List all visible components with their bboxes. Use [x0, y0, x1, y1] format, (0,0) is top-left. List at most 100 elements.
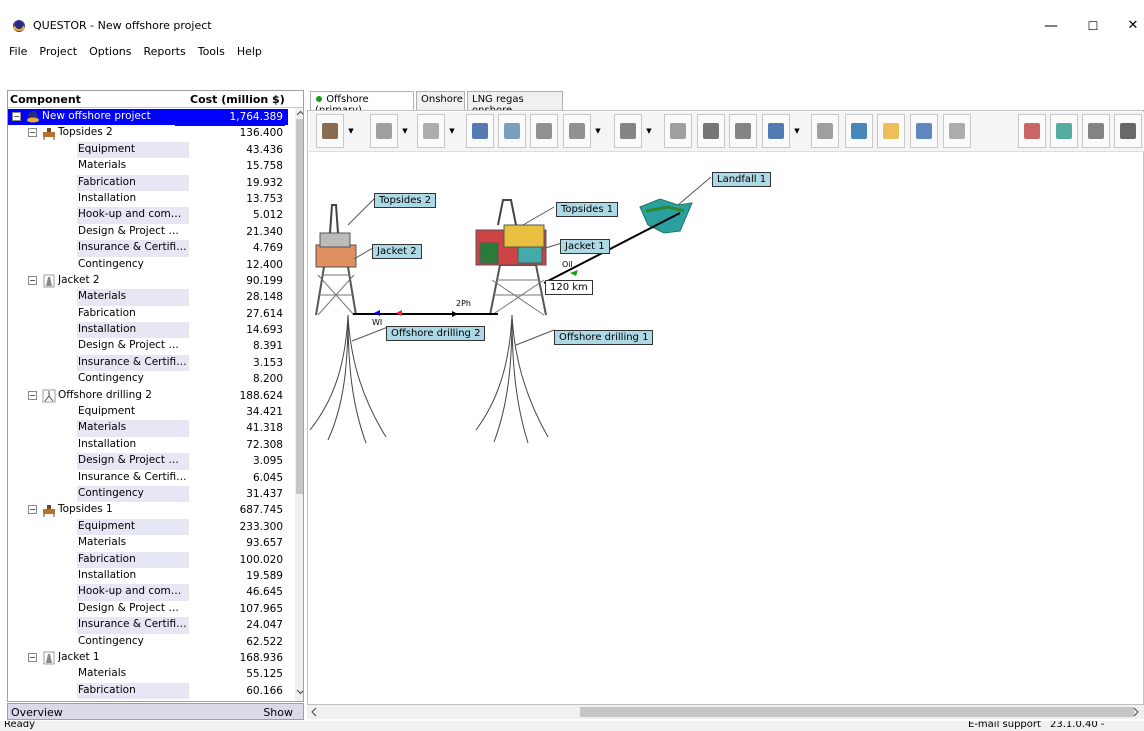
tree-row-component[interactable]: − Topsides 2 136.400 [8, 125, 288, 141]
tank-tool-icon[interactable] [498, 114, 526, 148]
drilling-wells-2[interactable] [309, 314, 387, 444]
label-jacket-1[interactable]: Jacket 1 [560, 239, 610, 254]
arrow-down-tool-icon[interactable] [910, 114, 938, 148]
close-button[interactable]: ✕ [1118, 16, 1144, 36]
tree-row-cost-item[interactable]: Installation 72.308 [8, 437, 288, 453]
tree-row-cost-item[interactable]: Contingency 62.522 [8, 634, 288, 650]
collapse-toggle-icon[interactable]: − [28, 390, 37, 400]
dropdown-arrow-icon[interactable]: ▼ [792, 114, 802, 148]
tree-row-cost-item[interactable]: Insurance & Certificat... 3.153 [8, 354, 288, 372]
overview-bar[interactable]: Overview Show [7, 703, 304, 720]
tree-row-cost-item[interactable]: Fabrication 27.614 [8, 306, 288, 322]
collapse-toggle-icon[interactable]: − [28, 275, 37, 285]
dropdown-arrow-icon[interactable]: ▼ [346, 114, 356, 148]
tree-row-cost-item[interactable]: Contingency 31.437 [8, 485, 288, 503]
pipe-section-tool-icon[interactable] [1018, 114, 1046, 148]
dropdown-arrow-icon[interactable]: ▼ [593, 114, 603, 148]
drilling-tool-icon[interactable] [614, 114, 642, 148]
collapse-toggle-icon[interactable]: − [28, 505, 37, 515]
topsides-tool-icon[interactable] [316, 114, 344, 148]
tree-row-component[interactable]: − Offshore drilling 2 188.624 [8, 388, 288, 404]
collapse-toggle-icon[interactable]: − [28, 652, 37, 662]
gbs-tool-icon[interactable] [417, 114, 445, 148]
list-tool-icon[interactable] [1114, 114, 1142, 148]
pipeline-length-label[interactable]: 120 km [545, 280, 593, 295]
tree-row-cost-item[interactable]: Contingency 12.400 [8, 257, 288, 273]
scroll-up-arrow-icon[interactable] [296, 109, 304, 118]
label-offshore-drilling-2[interactable]: Offshore drilling 2 [386, 326, 486, 341]
well-tool-icon[interactable] [697, 114, 725, 148]
minimize-button[interactable]: — [1036, 16, 1066, 36]
subsea-tool-icon[interactable] [664, 114, 692, 148]
tree-row-cost-item[interactable]: Materials 15.758 [8, 158, 288, 174]
scroll-right-arrow-icon[interactable] [1132, 707, 1140, 717]
email-support-link[interactable]: E-mail support [968, 721, 1041, 730]
tree-row-cost-item[interactable]: Materials 93.657 [8, 535, 288, 551]
tree-row-cost-item[interactable]: Installation 13.753 [8, 191, 288, 207]
component-column-header[interactable]: Component [10, 93, 81, 106]
landfall-tool-icon[interactable] [1050, 114, 1078, 148]
tree-row-cost-item[interactable]: Design & Project man... 107.965 [8, 601, 288, 617]
tab-offshore-primary[interactable]: Offshore (primary) [310, 91, 414, 116]
tree-row-cost-item[interactable]: Fabrication 100.020 [8, 551, 288, 568]
menu-options[interactable]: Options [83, 42, 137, 61]
tree-row-cost-item[interactable]: Contingency 8.200 [8, 371, 288, 387]
cost-column-header[interactable]: Cost (million $) [190, 93, 285, 106]
collapse-toggle-icon[interactable]: − [28, 128, 37, 138]
menu-tools[interactable]: Tools [192, 42, 231, 61]
menu-help[interactable]: Help [231, 42, 268, 61]
label-topsides-2[interactable]: Topsides 2 [374, 193, 437, 208]
menu-file[interactable]: File [0, 42, 33, 61]
tree-row-cost-item[interactable]: Design & Project man... 21.340 [8, 224, 288, 240]
tree-row-cost-item[interactable]: Hook-up and commissi... 46.645 [8, 584, 288, 601]
overview-show-button[interactable]: Show [263, 706, 293, 719]
maximize-button[interactable]: ☐ [1078, 16, 1108, 36]
wind-tool-icon[interactable] [811, 114, 839, 148]
module-tool-icon[interactable] [845, 114, 873, 148]
tree-row-cost-item[interactable]: Equipment 43.436 [8, 141, 288, 159]
scroll-down-arrow-icon[interactable] [296, 687, 304, 696]
menu-reports[interactable]: Reports [138, 42, 192, 61]
label-topsides-1[interactable]: Topsides 1 [556, 202, 619, 217]
tab-onshore[interactable]: Onshore [416, 91, 465, 110]
tree-row-component[interactable]: − Topsides 1 687.745 [8, 502, 288, 518]
scroll-left-arrow-icon[interactable] [310, 707, 318, 717]
riser-tool-icon[interactable] [729, 114, 757, 148]
label-jacket-2[interactable]: Jacket 2 [372, 244, 422, 259]
dropdown-arrow-icon[interactable]: ▼ [447, 114, 457, 148]
tree-row-cost-item[interactable]: Materials 55.125 [8, 666, 288, 682]
tree-row-component[interactable]: − Jacket 1 168.936 [8, 650, 288, 666]
tree-row-cost-item[interactable]: Fabrication 19.932 [8, 174, 288, 191]
tree-row-cost-item[interactable]: Insurance & Certificat... 6.045 [8, 470, 288, 486]
arrow-up-tool-icon[interactable] [877, 114, 905, 148]
jacket-tool-icon[interactable] [370, 114, 398, 148]
tree-row-component[interactable]: − New offshore project 1,764.389 [8, 109, 288, 126]
tree-row-cost-item[interactable]: Equipment 233.300 [8, 518, 288, 536]
pipeline-tool-icon[interactable] [466, 114, 494, 148]
floater-tool-icon[interactable] [563, 114, 591, 148]
tab-lng-regas-onshore[interactable]: LNG regas onshore [467, 91, 563, 116]
tree-row-cost-item[interactable]: Equipment 34.421 [8, 404, 288, 420]
landfall-shape[interactable] [639, 198, 693, 234]
tree-row-cost-item[interactable]: Insurance & Certificat... 24.047 [8, 617, 288, 634]
tree-row-component[interactable]: − Jacket 2 90.199 [8, 273, 288, 289]
dropdown-arrow-icon[interactable]: ▼ [644, 114, 654, 148]
label-landfall-1[interactable]: Landfall 1 [712, 172, 772, 187]
label-offshore-drilling-1[interactable]: Offshore drilling 1 [554, 330, 654, 345]
drilling-wells-1[interactable] [475, 314, 549, 444]
flowline-tool-icon[interactable] [762, 114, 790, 148]
dropdown-arrow-icon[interactable]: ▼ [400, 114, 410, 148]
tree-row-cost-item[interactable]: Installation 19.589 [8, 568, 288, 584]
platform-2[interactable] [315, 204, 357, 316]
schematic-tool-icon[interactable] [1082, 114, 1110, 148]
tree-row-cost-item[interactable]: Design & Project man... 3.095 [8, 453, 288, 470]
tree-row-cost-item[interactable]: Design & Project man... 8.391 [8, 338, 288, 354]
cable-tool-icon[interactable] [943, 114, 971, 148]
tree-row-cost-item[interactable]: Materials 28.148 [8, 289, 288, 306]
tree-row-cost-item[interactable]: Installation 14.693 [8, 322, 288, 339]
menu-project[interactable]: Project [33, 42, 83, 61]
bridge-tool-icon[interactable] [530, 114, 558, 148]
collapse-toggle-icon[interactable]: − [12, 112, 21, 121]
tree-row-cost-item[interactable]: Hook-up and commissi... 5.012 [8, 207, 288, 224]
canvas-scrollbar-thumb[interactable] [580, 707, 1134, 717]
